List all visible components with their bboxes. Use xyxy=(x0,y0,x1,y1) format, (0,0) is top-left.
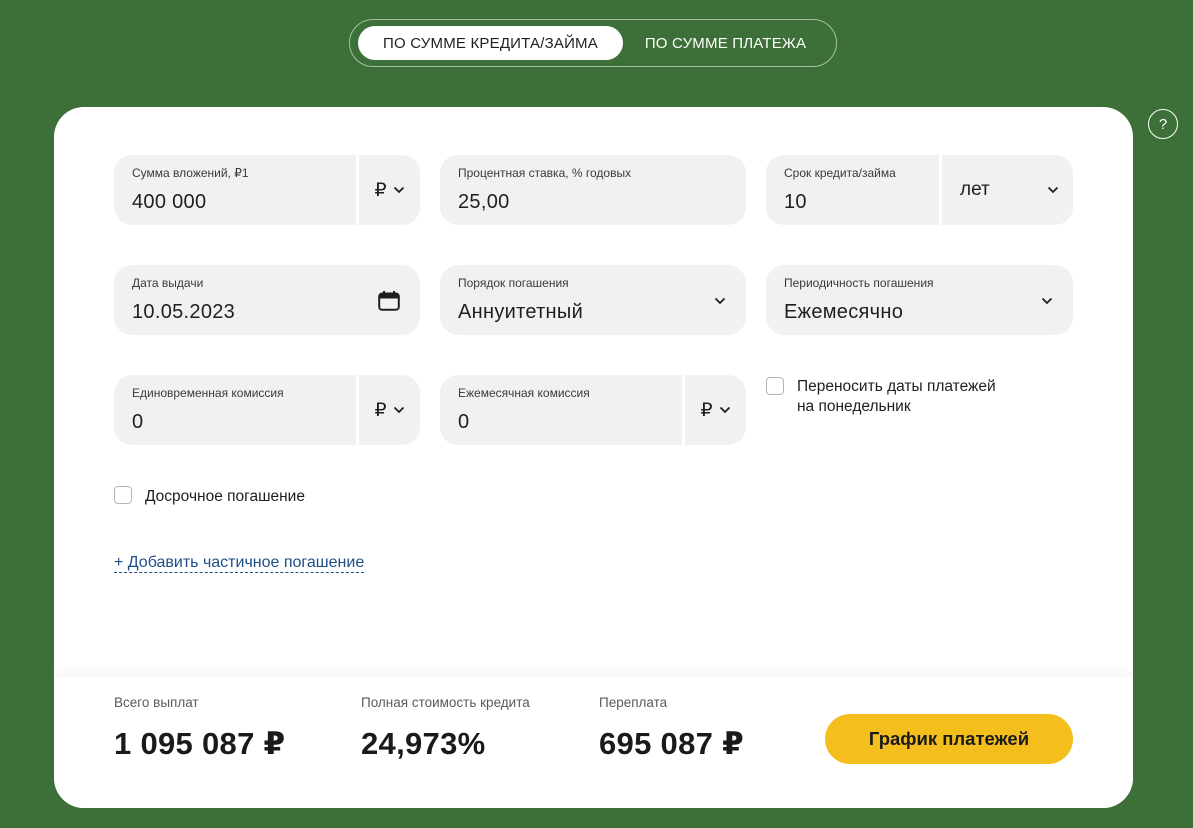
monthly-fee-currency-select[interactable]: ₽ xyxy=(682,375,746,445)
issue-date-value: 10.05.2023 xyxy=(132,301,236,323)
help-icon[interactable]: ? xyxy=(1148,109,1178,139)
rate-value: 25,00 xyxy=(458,191,510,213)
term-unit-select[interactable]: лет xyxy=(939,155,1073,225)
early-repayment-checkbox[interactable]: Досрочное погашение xyxy=(114,486,305,507)
issue-date-field[interactable]: Дата выдачи 10.05.2023 xyxy=(114,265,420,335)
summary-panel: Всего выплат 1 095 087 ₽ Полная стоимост… xyxy=(54,677,1133,808)
total-payments: Всего выплат 1 095 087 ₽ xyxy=(114,695,285,762)
tab-by-payment-amount[interactable]: ПО СУММЕ ПЛАТЕЖА xyxy=(623,26,828,60)
one-time-fee-label: Единовременная комиссия xyxy=(132,386,284,400)
amount-input[interactable]: Сумма вложений, ₽1 400 000 xyxy=(114,155,356,225)
currency-label: ₽ xyxy=(374,399,387,421)
rate-input[interactable]: Процентная ставка, % годовых 25,00 xyxy=(440,155,746,225)
monthly-fee-field: Ежемесячная комиссия 0 ₽ xyxy=(440,375,746,445)
rate-label: Процентная ставка, % годовых xyxy=(458,166,632,180)
full-credit-cost-label: Полная стоимость кредита xyxy=(361,695,530,710)
chevron-down-icon xyxy=(1047,186,1059,194)
currency-label: ₽ xyxy=(374,179,387,201)
one-time-fee-value: 0 xyxy=(132,411,144,433)
overpayment: Переплата 695 087 ₽ xyxy=(599,695,744,762)
total-payments-label: Всего выплат xyxy=(114,695,199,710)
checkbox-box[interactable] xyxy=(766,377,784,395)
chevron-down-icon xyxy=(1041,297,1053,305)
one-time-fee-currency-select[interactable]: ₽ xyxy=(356,375,420,445)
rate-field: Процентная ставка, % годовых 25,00 xyxy=(440,155,746,225)
term-field: Срок кредита/займа 10 лет xyxy=(766,155,1073,225)
monthly-fee-input[interactable]: Ежемесячная комиссия 0 xyxy=(440,375,682,445)
repayment-order-value: Аннуитетный xyxy=(458,301,584,323)
tab-by-loan-amount[interactable]: ПО СУММЕ КРЕДИТА/ЗАЙМА xyxy=(358,26,623,60)
amount-field: Сумма вложений, ₽1 400 000 ₽ xyxy=(114,155,420,225)
payment-schedule-button[interactable]: График платежей xyxy=(825,714,1073,764)
repayment-order-select[interactable]: Порядок погашения Аннуитетный xyxy=(440,265,746,335)
one-time-fee-field: Единовременная комиссия 0 ₽ xyxy=(114,375,420,445)
chevron-down-icon xyxy=(714,297,726,305)
overpayment-label: Переплата xyxy=(599,695,668,710)
calc-mode-switch: ПО СУММЕ КРЕДИТА/ЗАЙМА ПО СУММЕ ПЛАТЕЖА xyxy=(349,19,837,67)
calculator-card: Сумма вложений, ₽1 400 000 ₽ Процентная … xyxy=(54,107,1133,808)
repayment-order-label: Порядок погашения xyxy=(458,276,569,290)
total-payments-value: 1 095 087 ₽ xyxy=(114,726,286,761)
checkbox-box[interactable] xyxy=(114,486,132,504)
one-time-fee-input[interactable]: Единовременная комиссия 0 xyxy=(114,375,356,445)
currency-label: ₽ xyxy=(700,399,713,421)
repayment-frequency-select[interactable]: Периодичность погашения Ежемесячно xyxy=(766,265,1073,335)
term-input[interactable]: Срок кредита/займа 10 xyxy=(766,155,939,225)
add-partial-repayment-link[interactable]: + Добавить частичное погашение xyxy=(114,553,365,573)
term-value: 10 xyxy=(784,191,807,213)
full-credit-cost: Полная стоимость кредита 24,973% xyxy=(361,695,530,762)
overpayment-value: 695 087 ₽ xyxy=(599,726,744,761)
amount-label: Сумма вложений, ₽1 xyxy=(132,166,249,180)
issue-date-label: Дата выдачи xyxy=(132,276,204,290)
monthly-fee-value: 0 xyxy=(458,411,470,433)
early-repayment-label: Досрочное погашение xyxy=(145,488,305,505)
chevron-down-icon xyxy=(393,186,404,194)
term-label: Срок кредита/займа xyxy=(784,166,896,180)
amount-value: 400 000 xyxy=(132,191,207,213)
chevron-down-icon xyxy=(719,406,730,414)
repayment-frequency-value: Ежемесячно xyxy=(784,301,904,323)
move-to-monday-checkbox[interactable]: Переносить даты платежей на понедельник xyxy=(766,377,996,417)
move-to-monday-line2: на понедельник xyxy=(797,398,911,415)
calendar-icon[interactable] xyxy=(378,291,400,311)
chevron-down-icon xyxy=(393,406,404,414)
amount-currency-select[interactable]: ₽ xyxy=(356,155,420,225)
full-credit-cost-value: 24,973% xyxy=(361,726,486,761)
term-unit-label: лет xyxy=(960,179,990,200)
move-to-monday-line1: Переносить даты платежей xyxy=(797,378,996,395)
repayment-frequency-label: Периодичность погашения xyxy=(784,276,934,290)
monthly-fee-label: Ежемесячная комиссия xyxy=(458,386,590,400)
